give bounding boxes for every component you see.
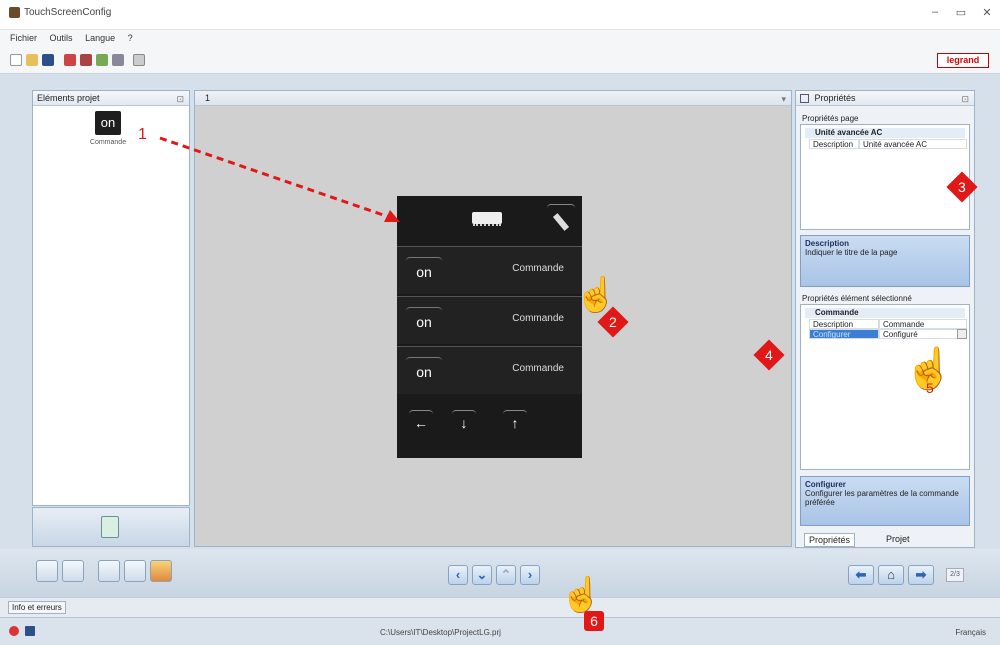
annotation-arrow-icon bbox=[159, 136, 400, 222]
annotation-6: 6 bbox=[584, 611, 604, 631]
pointer-hand-icon: ☝ bbox=[560, 576, 603, 614]
annotation-5: 5 bbox=[926, 380, 934, 396]
